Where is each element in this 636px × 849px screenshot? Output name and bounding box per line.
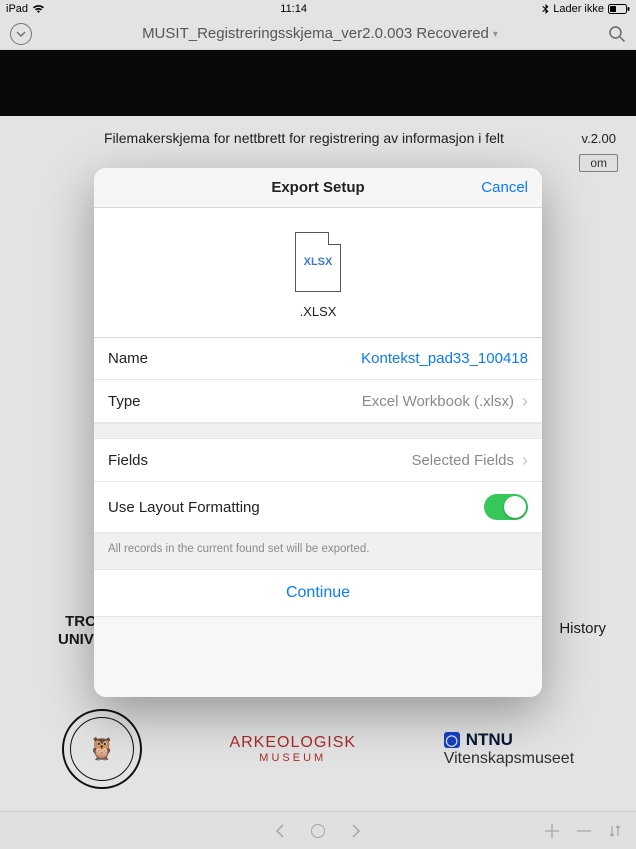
chevron-right-icon: › <box>522 392 528 410</box>
cancel-button[interactable]: Cancel <box>481 179 528 196</box>
chevron-right-icon: › <box>522 451 528 469</box>
layout-formatting-toggle[interactable] <box>484 494 528 520</box>
type-value: Excel Workbook (.xlsx) <box>362 393 514 410</box>
modal-footer-space <box>94 617 542 697</box>
name-label: Name <box>108 350 148 367</box>
modal-title: Export Setup <box>271 179 364 196</box>
type-row[interactable]: Type Excel Workbook (.xlsx) › <box>94 380 542 423</box>
export-note: All records in the current found set wil… <box>94 533 542 570</box>
fields-row[interactable]: Fields Selected Fields › <box>94 439 542 482</box>
file-type-icon: XLSX <box>295 232 341 292</box>
section-gap <box>94 423 542 439</box>
file-badge-text: XLSX <box>304 256 333 268</box>
file-ext-label: .XLSX <box>300 304 337 319</box>
modal-header: Export Setup Cancel <box>94 168 542 208</box>
layout-formatting-row: Use Layout Formatting <box>94 482 542 533</box>
name-value: Kontekst_pad33_100418 <box>361 350 528 367</box>
export-setup-modal: Export Setup Cancel XLSX .XLSX Name Kont… <box>94 168 542 697</box>
continue-button[interactable]: Continue <box>94 570 542 617</box>
fields-value: Selected Fields <box>411 452 514 469</box>
layout-formatting-label: Use Layout Formatting <box>108 499 260 516</box>
file-preview: XLSX .XLSX <box>94 208 542 338</box>
type-label: Type <box>108 393 141 410</box>
name-row[interactable]: Name Kontekst_pad33_100418 <box>94 338 542 380</box>
fields-label: Fields <box>108 452 148 469</box>
